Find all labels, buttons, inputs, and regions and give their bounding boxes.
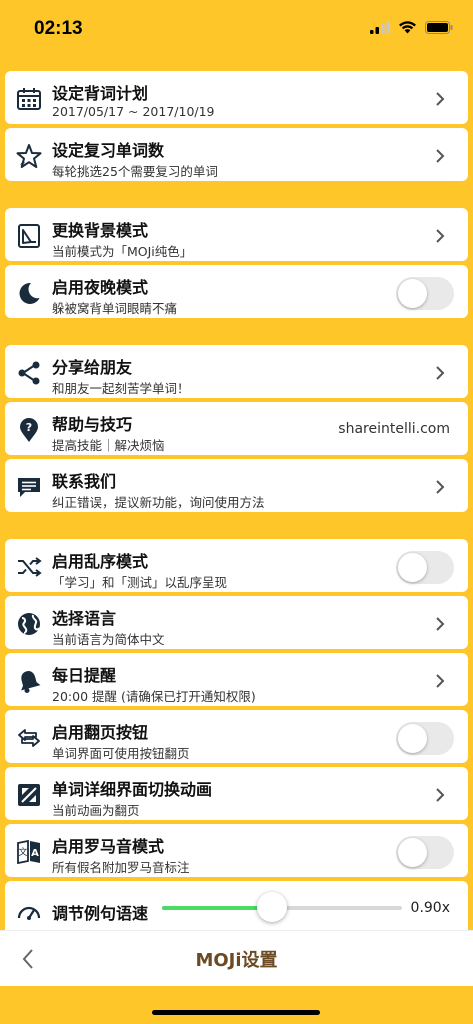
home-indicator[interactable]: [152, 1010, 320, 1015]
setting-night-mode: 启用夜晚模式 躲被窝背单词眼睛不痛: [5, 265, 468, 318]
setting-daily-reminder[interactable]: 每日提醒 20:00 提醒 (请确保已打开通知权限): [5, 653, 468, 706]
chevron-right-icon: [436, 366, 445, 380]
setting-subtitle: 单词界面可使用按钮翻页: [52, 746, 190, 761]
setting-title: 调节例句语速: [52, 904, 149, 923]
setting-background-mode[interactable]: 更换背景模式 当前模式为「MOJi纯色」: [5, 208, 468, 261]
chevron-right-icon: [436, 788, 445, 802]
translate-icon: 文 A: [17, 839, 40, 865]
setting-title: 更换背景模式: [52, 221, 149, 240]
setting-subtitle: 提高技能｜解决烦恼: [52, 438, 165, 453]
setting-title: 帮助与技巧: [52, 415, 133, 434]
setting-contact[interactable]: 联系我们 纠正错误，提议新功能，询问使用方法: [5, 459, 468, 512]
romaji-mode-toggle[interactable]: [396, 836, 454, 869]
setting-speech-speed: 调节例句语速 0.90x: [5, 881, 468, 930]
battery-icon: [425, 20, 453, 34]
chat-icon: [18, 478, 40, 497]
shuffle-mode-toggle[interactable]: [396, 551, 454, 584]
setting-language[interactable]: 选择语言 当前语言为简体中文: [5, 596, 468, 649]
setting-subtitle: 纠正错误，提议新功能，询问使用方法: [52, 495, 265, 510]
toggle-knob: [398, 724, 427, 753]
location-pin-icon: ?: [20, 418, 38, 442]
setting-title: 启用罗马音模式: [52, 837, 165, 856]
setting-subtitle: 「学习」和「测试」以乱序呈现: [52, 575, 228, 590]
calendar-icon: [17, 88, 41, 110]
setting-title: 启用夜晚模式: [52, 278, 149, 297]
setting-title: 设定背词计划: [52, 84, 149, 103]
globe-icon: [18, 613, 40, 635]
setting-subtitle: 所有假名附加罗马音标注: [52, 860, 190, 875]
chevron-right-icon: [436, 92, 445, 106]
setting-subtitle: 2017/05/17 ~ 2017/10/19: [52, 104, 215, 119]
setting-study-plan[interactable]: 设定背词计划 2017/05/17 ~ 2017/10/19: [5, 71, 468, 124]
setting-share[interactable]: 分享给朋友 和朋友一起刻苦学单词！: [5, 345, 468, 398]
status-time: 02:13: [34, 18, 83, 39]
setting-title: 单词详细界面切换动画: [52, 780, 213, 799]
chevron-right-icon: [436, 229, 445, 243]
chevron-right-icon: [436, 149, 445, 163]
setting-help[interactable]: ? 帮助与技巧 提高技能｜解决烦恼 shareintelli.com: [5, 402, 468, 455]
svg-text:文: 文: [18, 846, 27, 858]
svg-text:?: ?: [26, 421, 32, 434]
bottom-nav-bar: MOJi设置: [0, 930, 473, 986]
slider-fill: [162, 906, 273, 910]
help-website-link[interactable]: shareintelli.com: [338, 421, 450, 437]
page-buttons-toggle[interactable]: [396, 722, 454, 755]
setting-title: 启用翻页按钮: [52, 723, 149, 742]
night-mode-toggle[interactable]: [396, 277, 454, 310]
setting-subtitle: 和朋友一起刻苦学单词！: [52, 381, 190, 396]
palette-icon: [18, 224, 40, 248]
setting-transition-animation[interactable]: 单词详细界面切换动画 当前动画为翻页: [5, 767, 468, 820]
setting-subtitle: 当前模式为「MOJi纯色」: [52, 244, 193, 259]
setting-page-buttons: 启用翻页按钮 单词界面可使用按钮翻页: [5, 710, 468, 763]
moon-icon: [19, 282, 40, 304]
swap-arrows-icon: [18, 729, 40, 747]
toggle-knob: [398, 838, 427, 867]
setting-title: 每日提醒: [52, 666, 117, 685]
setting-title: 选择语言: [52, 609, 117, 628]
chevron-right-icon: [436, 674, 445, 688]
setting-title: 启用乱序模式: [52, 552, 149, 571]
setting-subtitle: 当前语言为简体中文: [52, 632, 165, 647]
toggle-knob: [398, 553, 427, 582]
animation-icon: [18, 784, 40, 806]
setting-romaji-mode: 文 A 启用罗马音模式 所有假名附加罗马音标注: [5, 824, 468, 877]
setting-title: 联系我们: [52, 472, 117, 491]
slider-knob[interactable]: [257, 892, 288, 922]
bottom-safe-area: [0, 986, 473, 1024]
status-icons: [370, 20, 453, 34]
speed-slider[interactable]: [162, 892, 402, 922]
setting-title: 分享给朋友: [52, 358, 133, 377]
star-icon: [16, 144, 42, 168]
setting-review-count[interactable]: 设定复习单词数 每轮挑选25个需要复习的单词: [5, 128, 468, 181]
page-title: MOJi设置: [195, 950, 278, 971]
svg-text:A: A: [31, 848, 39, 859]
speed-value: 0.90x: [410, 900, 450, 916]
setting-subtitle: 躲被窝背单词眼睛不痛: [52, 301, 178, 316]
setting-subtitle: 20:00 提醒 (请确保已打开通知权限): [52, 689, 256, 704]
setting-shuffle-mode: 启用乱序模式 「学习」和「测试」以乱序呈现: [5, 539, 468, 592]
status-bar: 02:13: [0, 0, 473, 60]
speedometer-icon: [17, 906, 41, 920]
cellular-signal-icon: [370, 20, 390, 34]
setting-subtitle: 每轮挑选25个需要复习的单词: [52, 164, 218, 179]
setting-title: 设定复习单词数: [52, 141, 165, 160]
settings-list: 设定背词计划 2017/05/17 ~ 2017/10/19 设定复习单词数 每…: [0, 60, 473, 930]
setting-subtitle: 当前动画为翻页: [52, 803, 140, 818]
shuffle-icon: [18, 557, 42, 577]
share-icon: [18, 361, 40, 385]
wifi-icon: [399, 21, 416, 34]
chevron-right-icon: [436, 617, 445, 631]
chevron-right-icon: [436, 480, 445, 494]
bell-icon: [21, 671, 41, 693]
toggle-knob: [398, 279, 427, 308]
